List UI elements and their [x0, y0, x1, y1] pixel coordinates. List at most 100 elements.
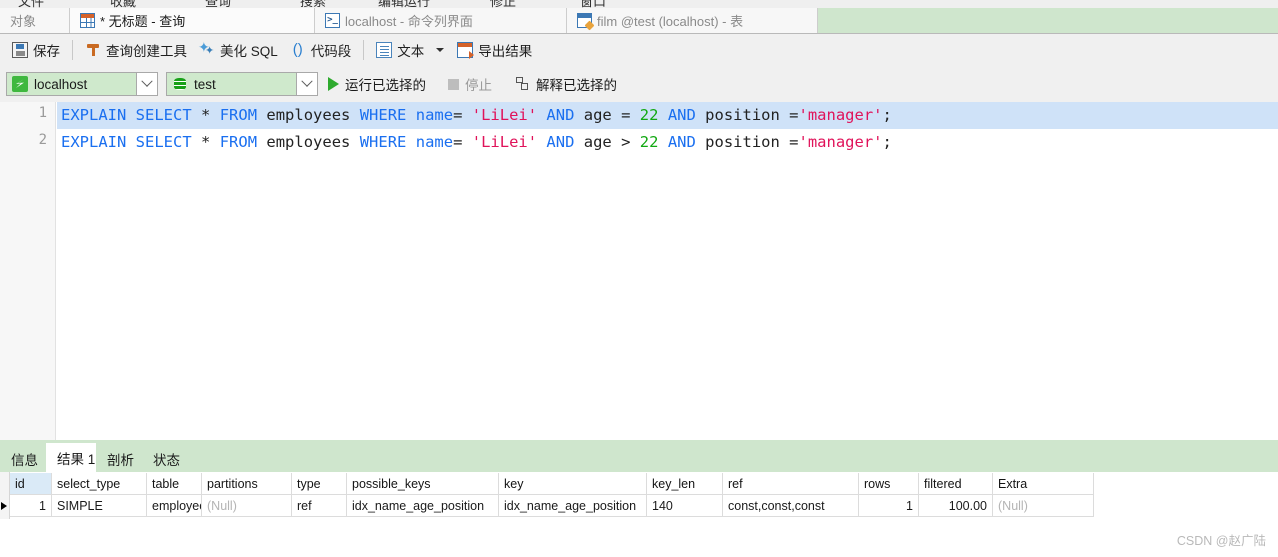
grid-icon [80, 13, 95, 28]
result-tab-3[interactable]: 状态 [142, 445, 188, 472]
result-tab-2[interactable]: 剖析 [96, 445, 142, 472]
stop-label: 停止 [465, 78, 492, 93]
column-header-type[interactable]: type [292, 473, 347, 495]
result-tab-0[interactable]: 信息 [0, 445, 46, 472]
run-selected-button[interactable]: 运行已选择的 [328, 74, 426, 94]
sql-token: name [415, 133, 454, 151]
sql-token: SELECT [135, 133, 192, 151]
window-tab-0[interactable]: 对象 [0, 8, 70, 33]
sql-code-area[interactable]: EXPLAIN SELECT * FROM employees WHERE na… [57, 102, 1278, 440]
stop-button: 停止 [436, 74, 492, 94]
column-header-Extra[interactable]: Extra [993, 473, 1094, 495]
export-results-button[interactable]: 导出结果 [451, 38, 538, 62]
table-cell-possible_keys[interactable]: idx_name_age_position [347, 495, 499, 517]
table-cell-ref[interactable]: const,const,const [723, 495, 859, 517]
database-select-arrow[interactable] [296, 73, 317, 95]
console-icon: >_ [325, 13, 340, 28]
sql-token: employees [266, 133, 351, 151]
stop-icon [448, 78, 459, 90]
result-tab-1[interactable]: 结果 1 [46, 443, 96, 472]
menu-bar[interactable]: 文件 收藏 查询 搜索 编辑运行 修正 窗口 [0, 0, 1278, 8]
menu-item-1[interactable]: 收藏 [110, 0, 136, 8]
table-cell-id[interactable]: 1 [10, 495, 52, 517]
host-select-arrow[interactable] [136, 73, 157, 95]
explain-selected-button[interactable]: 解释已选择的 [502, 74, 617, 94]
parentheses-icon: () [292, 41, 303, 58]
window-tab-3[interactable]: film @test (localhost) - 表 [567, 8, 818, 33]
query-builder-button[interactable]: 查询创建工具 [79, 38, 193, 62]
menu-item-0[interactable]: 文件 [18, 0, 44, 8]
sql-token: * [201, 106, 211, 124]
column-header-rows[interactable]: rows [859, 473, 919, 495]
sql-line-1[interactable]: EXPLAIN SELECT * FROM employees WHERE na… [57, 102, 1278, 129]
query-builder-icon [85, 42, 101, 58]
sql-editor[interactable]: 12 EXPLAIN SELECT * FROM employees WHERE… [0, 102, 1278, 440]
database-select[interactable]: test [166, 72, 318, 96]
sql-token: ; [882, 106, 892, 124]
table-cell-key[interactable]: idx_name_age_position [499, 495, 647, 517]
host-select[interactable]: localhost [6, 72, 158, 96]
result-tab-bar[interactable]: 信息 结果 1 剖析 状态 [0, 440, 1278, 472]
sql-token: AND [546, 106, 575, 124]
results-grid[interactable]: id select_type table partitions type possible… [0, 472, 1278, 557]
column-header-ref[interactable]: ref [723, 473, 859, 495]
sql-token: EXPLAIN [61, 106, 127, 124]
column-header-key[interactable]: key [499, 473, 647, 495]
cell-value: idx_name_age_position [352, 498, 485, 513]
cell-value: 100.00 [948, 498, 987, 513]
snippet-button[interactable]: () 代码段 [284, 38, 358, 62]
watermark: CSDN @赵广陆 [1176, 534, 1266, 548]
result-tab-label: 结果 1 [57, 451, 96, 467]
sql-token: ; [882, 133, 892, 151]
text-view-button[interactable]: 文本 [370, 38, 430, 62]
window-tab-bar[interactable]: 对象 * 无标题 - 查询 >_ localhost - 命令列界面 film @tes… [0, 8, 1278, 34]
query-toolbar[interactable]: 保存 查询创建工具 美化 SQL () 代码段 文本 导出结果 [0, 34, 1278, 66]
column-header-id[interactable]: id [10, 473, 52, 495]
table-cell-key_len[interactable]: 140 [647, 495, 723, 517]
menu-item-3[interactable]: 搜索 [300, 0, 326, 8]
sql-line-2[interactable]: EXPLAIN SELECT * FROM employees WHERE na… [57, 129, 1278, 156]
menu-item-6[interactable]: 窗口 [580, 0, 606, 8]
column-header-possible_keys[interactable]: possible_keys [347, 473, 499, 495]
sql-token: = [789, 133, 799, 151]
result-tab-label: 信息 [11, 452, 38, 468]
menu-item-2[interactable]: 查询 [205, 0, 231, 8]
window-tab-2[interactable]: >_ localhost - 命令列界面 [315, 8, 567, 33]
column-header-partitions[interactable]: partitions [202, 473, 292, 495]
cell-value: employee [152, 498, 202, 513]
table-cell-select_type[interactable]: SIMPLE [52, 495, 147, 517]
line-number: 2 [38, 132, 47, 148]
result-tab-label: 状态 [153, 452, 180, 468]
chevron-down-icon[interactable] [436, 48, 445, 52]
table-cell-type[interactable]: ref [292, 495, 347, 517]
cell-value: (Null) [207, 498, 237, 513]
window-tab-1[interactable]: * 无标题 - 查询 [70, 8, 315, 33]
table-cell-Extra[interactable]: (Null) [993, 495, 1094, 517]
beautify-sql-button[interactable]: 美化 SQL [193, 38, 284, 62]
sql-token: FROM [219, 106, 258, 124]
column-header-select_type[interactable]: select_type [52, 473, 147, 495]
text-view-label: 文本 [397, 44, 425, 59]
play-icon [328, 77, 339, 91]
column-header-filtered[interactable]: filtered [919, 473, 993, 495]
table-cell-rows[interactable]: 1 [859, 495, 919, 517]
cell-value: const,const,const [728, 498, 825, 513]
table-cell-partitions[interactable]: (Null) [202, 495, 292, 517]
export-icon [457, 42, 475, 59]
table-cell-filtered[interactable]: 100.00 [919, 495, 993, 517]
column-header-table[interactable]: table [147, 473, 202, 495]
connection-bar[interactable]: localhost test 运行已选择的 停止 解释已选择的 [0, 66, 1278, 102]
save-button[interactable]: 保存 [6, 38, 66, 62]
table-cell-table[interactable]: employee [147, 495, 202, 517]
menu-item-4[interactable]: 编辑运行 [378, 0, 430, 8]
menu-item-5[interactable]: 修正 [490, 0, 516, 8]
chevron-down-icon [141, 75, 153, 87]
column-header-key_len[interactable]: key_len [647, 473, 723, 495]
